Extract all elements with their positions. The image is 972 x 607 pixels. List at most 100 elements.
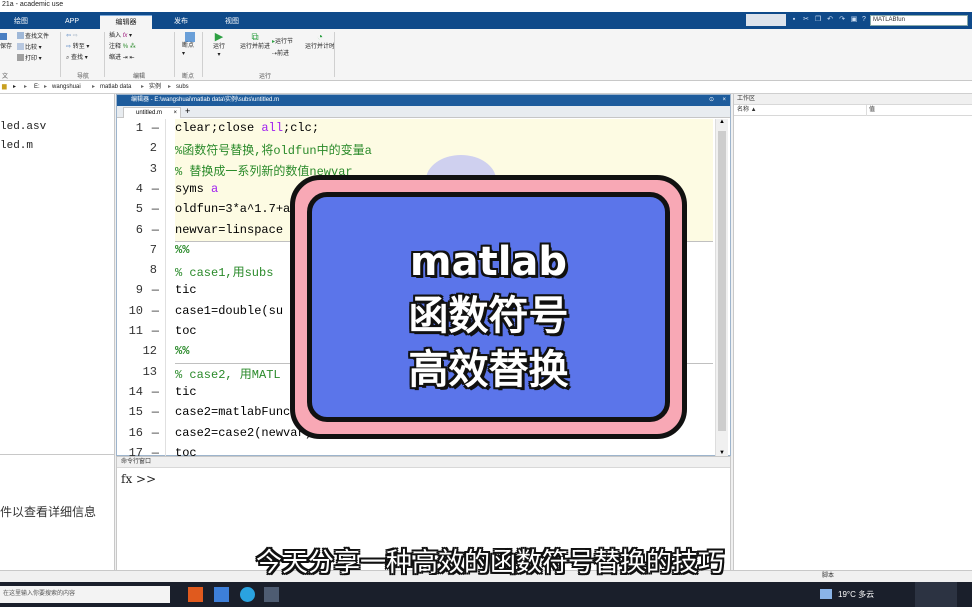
run-section-button[interactable]: ▸运行节 xyxy=(272,38,293,46)
column-name[interactable]: 名称 ▲ xyxy=(737,105,757,116)
find-button[interactable]: ⌕ 查找 ▾ xyxy=(66,54,88,62)
tab-view[interactable]: 视图 xyxy=(208,15,256,29)
tab-apps[interactable]: APP xyxy=(52,15,92,29)
breakpoint-marker[interactable]: — xyxy=(145,121,159,135)
code-line[interactable]: % case1,用subs xyxy=(175,263,273,280)
run-button[interactable]: ▶ 运行 ▾ xyxy=(213,32,225,59)
options-icon[interactable]: ⊙ xyxy=(709,95,714,106)
title-line: 高效替换 xyxy=(408,347,569,393)
breadcrumb-separator: ▸ xyxy=(24,84,28,90)
breakpoint-marker[interactable]: — xyxy=(145,283,159,297)
code-line[interactable]: toc xyxy=(175,324,197,338)
command-prompt[interactable]: fx >> xyxy=(121,472,156,486)
run-and-time-button[interactable]: ◔ 运行并计时 xyxy=(305,32,335,51)
indent-button[interactable]: 缩进 ⇥ ⇤ xyxy=(109,54,134,62)
forward-arrow-icon: ⇨ xyxy=(72,33,78,39)
save-icon[interactable]: ▪ xyxy=(790,16,798,24)
code-line[interactable]: case1=double(su xyxy=(175,304,283,318)
help-icon[interactable]: ? xyxy=(860,16,868,24)
folder-icon: ▆ xyxy=(2,84,7,90)
code-line[interactable]: %% xyxy=(175,243,189,257)
breakpoint-marker[interactable]: — xyxy=(145,182,159,196)
browser-icon[interactable] xyxy=(240,587,255,602)
ribbon-divider xyxy=(334,32,335,77)
breakpoint-marker[interactable]: — xyxy=(145,223,159,237)
editor-title: 编辑器 - E:\wangshuai\matlab data\实例\subs\u… xyxy=(117,95,730,106)
breadcrumb-item[interactable]: matlab data xyxy=(100,81,131,93)
code-line[interactable]: oldfun=3*a^1.7+a xyxy=(175,202,290,216)
advance-button[interactable]: ⇢前进 xyxy=(272,50,289,58)
matlab-app-icon[interactable] xyxy=(188,587,203,602)
breadcrumb-item[interactable]: subs xyxy=(176,81,189,93)
fx-icon: fx xyxy=(122,33,128,39)
scrollbar-thumb[interactable] xyxy=(718,131,726,431)
breakpoint-marker[interactable]: — xyxy=(145,405,159,419)
breadcrumb-item[interactable]: wangshuai xyxy=(52,81,81,93)
code-line[interactable]: tic xyxy=(175,385,197,399)
search-documentation-input[interactable]: MATLABfun xyxy=(870,15,968,26)
file-item[interactable]: led.asv xyxy=(0,121,46,133)
ribbon-divider xyxy=(104,32,105,77)
goto-button[interactable]: ⇨ 转至 ▾ xyxy=(66,43,89,51)
breakpoint-marker[interactable]: — xyxy=(145,324,159,338)
close-tab-icon[interactable]: × xyxy=(173,108,177,118)
run-advance-button[interactable]: ⧉ 运行并前进 xyxy=(240,32,270,51)
current-folder-bar[interactable]: ▆ ▸ ▸ E: ▸ wangshuai ▸ matlab data ▸ 实例 … xyxy=(0,81,972,94)
back-forward-buttons[interactable]: ⇦ ⇨ xyxy=(66,32,78,40)
code-line[interactable]: toc xyxy=(175,446,197,456)
code-line[interactable]: syms a xyxy=(175,182,218,196)
breakpoint-icon xyxy=(185,32,195,42)
taskbar-search-input[interactable]: 在这里输入你要搜索的内容 xyxy=(0,586,170,603)
find-files-button[interactable]: 查找文件 xyxy=(17,32,49,41)
find-icon: ⌕ xyxy=(66,55,70,61)
code-line[interactable]: % case2, 用MATL xyxy=(175,365,281,382)
tab-publish[interactable]: 发布 xyxy=(156,15,206,29)
code-line[interactable]: clear;close all;clc; xyxy=(175,121,319,135)
up-arrow-icon[interactable]: ▸ xyxy=(13,81,16,93)
redo-icon[interactable]: ↷ xyxy=(838,16,846,24)
cut-icon[interactable]: ✂ xyxy=(802,16,810,24)
code-line[interactable]: newvar=linspace xyxy=(175,223,283,237)
tab-plots[interactable]: 绘图 xyxy=(0,15,42,29)
copy-icon[interactable]: ❐ xyxy=(814,16,822,24)
breadcrumb-separator: ▸ xyxy=(44,84,48,90)
save-button[interactable] xyxy=(0,33,8,42)
breakpoint-marker[interactable]: — xyxy=(145,446,159,456)
comment-button[interactable]: 注释 % ⁂ xyxy=(109,43,136,51)
breakpoint-marker[interactable]: — xyxy=(145,426,159,440)
editor-tabs: untitled.m × + xyxy=(117,106,730,118)
insert-button[interactable]: 插入 fx ▾ xyxy=(109,32,132,40)
undo-icon[interactable]: ↶ xyxy=(826,16,834,24)
save-label[interactable]: 保存 xyxy=(0,43,12,51)
line-number: 3 xyxy=(149,161,157,176)
new-tab-icon[interactable]: + xyxy=(185,106,190,116)
file-item[interactable]: led.m xyxy=(0,140,33,152)
file-explorer-icon[interactable] xyxy=(214,587,229,602)
breakpoint-marker[interactable]: — xyxy=(145,385,159,399)
breakpoints-button[interactable]: 断点 ▾ xyxy=(182,32,195,58)
breadcrumb-item[interactable]: 实例 xyxy=(149,81,161,93)
breakpoint-marker[interactable]: — xyxy=(145,304,159,318)
breakpoint-marker[interactable]: — xyxy=(145,202,159,216)
tab-untitled[interactable]: untitled.m × xyxy=(123,107,181,118)
app-icon[interactable] xyxy=(264,587,279,602)
vertical-scrollbar[interactable]: ▲ ▼ xyxy=(715,119,728,456)
editor-path: 编辑器 - E:\wangshuai\matlab data\实例\subs\u… xyxy=(131,97,280,103)
code-line[interactable]: case2=matlabFunc xyxy=(175,405,290,419)
close-icon[interactable]: × xyxy=(722,95,726,106)
switch-windows-icon[interactable]: ▣ xyxy=(850,16,858,24)
code-line[interactable]: tic xyxy=(175,283,197,297)
compare-button[interactable]: 比较 ▾ xyxy=(17,43,42,52)
file-type-status: 脚本 xyxy=(822,573,835,579)
nav-group-label: 导航 xyxy=(76,74,89,80)
tab-editor[interactable]: 编辑器 xyxy=(100,15,152,29)
breadcrumb-item[interactable]: E: xyxy=(34,81,40,93)
scroll-up-icon[interactable]: ▲ xyxy=(719,119,725,125)
print-button[interactable]: 打印 ▾ xyxy=(17,54,42,63)
code-line[interactable]: %% xyxy=(175,344,189,358)
column-value[interactable]: 值 xyxy=(866,105,875,116)
goto-icon: ⇨ xyxy=(66,44,72,50)
edit-group-label: 编辑 xyxy=(132,74,145,80)
title-card-inner: matlab 函数符号 高效替换 xyxy=(307,192,670,422)
code-line[interactable]: %函数符号替换,将oldfun中的变量a xyxy=(175,141,372,158)
